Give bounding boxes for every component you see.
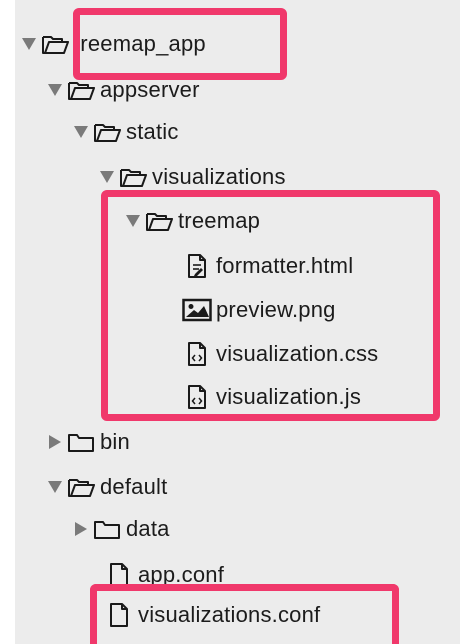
chevron-down-icon[interactable]	[96, 159, 118, 195]
folder-closed-icon	[92, 511, 122, 547]
tree-item-label: visualizations	[152, 164, 286, 189]
tree-item-label: app.conf	[138, 562, 225, 587]
tree-item-formatter-html[interactable]: formatter.html	[182, 248, 353, 284]
tree-item-default[interactable]: default	[44, 469, 167, 505]
folder-open-icon	[144, 203, 174, 239]
folder-open-icon	[66, 72, 96, 108]
folder-open-icon	[66, 469, 96, 505]
chevron-down-icon[interactable]	[44, 72, 66, 108]
tree-item-treemap[interactable]: treemap	[122, 203, 260, 239]
chevron-right-icon[interactable]	[70, 511, 92, 547]
folder-open-icon	[118, 159, 148, 195]
file-icon	[104, 597, 134, 633]
tree-item-label: visualizations.conf	[138, 602, 321, 627]
file-icon	[104, 557, 134, 593]
chevron-down-icon[interactable]	[18, 26, 40, 62]
tree-item-label: appserver	[100, 77, 200, 102]
code-file-icon	[182, 336, 212, 372]
chevron-down-icon[interactable]	[122, 203, 144, 239]
tree-item-data[interactable]: data	[70, 511, 170, 547]
tree-item-label: treemap_app	[74, 31, 206, 56]
tree-item-visualization-js[interactable]: visualization.js	[182, 379, 361, 415]
chevron-down-icon[interactable]	[44, 469, 66, 505]
chevron-down-icon[interactable]	[70, 114, 92, 150]
chevron-right-icon[interactable]	[44, 424, 66, 460]
tree-item-label: default	[100, 474, 168, 499]
tree-item-label: visualization.css	[216, 341, 379, 366]
code-file-icon	[182, 379, 212, 415]
tree-item-visualizations-conf[interactable]: visualizations.conf	[104, 597, 320, 633]
tree-item-label: data	[126, 516, 170, 541]
tree-item-static[interactable]: static	[70, 114, 179, 150]
tree-item-treemap-app[interactable]: treemap_app	[18, 26, 206, 62]
tree-item-label: treemap	[178, 208, 261, 233]
tree-item-label: preview.png	[216, 297, 336, 322]
html-file-icon	[182, 248, 212, 284]
folder-open-icon	[92, 114, 122, 150]
tree-item-app-conf[interactable]: app.conf	[104, 557, 224, 593]
tree-item-label: formatter.html	[216, 253, 354, 278]
folder-closed-icon	[66, 424, 96, 460]
tree-item-label: visualization.js	[216, 384, 362, 409]
folder-open-icon	[40, 26, 70, 62]
tree-item-label: bin	[100, 429, 130, 454]
tree-item-appserver[interactable]: appserver	[44, 72, 200, 108]
tree-item-label: static	[126, 119, 179, 144]
tree-item-bin[interactable]: bin	[44, 424, 130, 460]
tree-item-visualization-css[interactable]: visualization.css	[182, 336, 378, 372]
image-file-icon	[182, 292, 212, 328]
tree-item-preview-png[interactable]: preview.png	[182, 292, 336, 328]
tree-item-visualizations[interactable]: visualizations	[96, 159, 286, 195]
